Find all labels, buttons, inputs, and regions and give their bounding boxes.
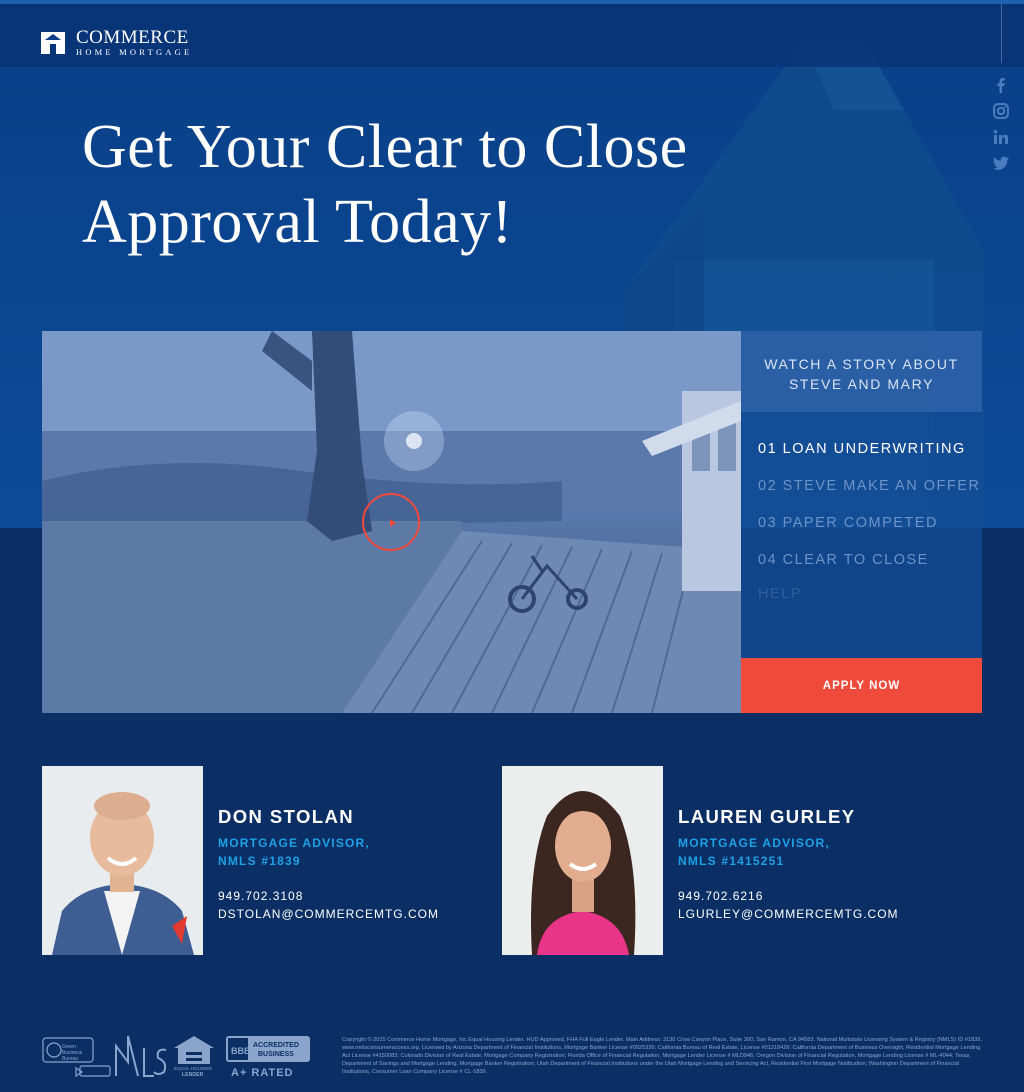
site-header: COMMERCE HOME MORTGAGE (0, 4, 1024, 67)
advisor-nmls: NMLS #1839 (218, 854, 301, 868)
brand-name: COMMERCE (76, 27, 189, 48)
advisor-title: MORTGAGE ADVISOR, (678, 836, 830, 850)
instagram-icon[interactable] (992, 102, 1010, 120)
chapter-item-loan-underwriting[interactable]: 01 LOAN UNDERWRITING (758, 441, 966, 457)
chapter-item-make-offer[interactable]: 02 STEVE MAKE AN OFFER (758, 478, 980, 494)
play-icon (390, 519, 396, 527)
svg-text:ACCREDITED: ACCREDITED (253, 1042, 299, 1049)
hero-title-line-2: Approval Today! (82, 188, 513, 256)
panel-heading-line-2: STEVE AND MARY (788, 376, 935, 392)
svg-text:EQUAL HOUSING: EQUAL HOUSING (174, 1066, 213, 1071)
linkedin-icon[interactable] (992, 128, 1010, 146)
hero-title: Get Your Clear to Close Approval Today! (82, 110, 782, 260)
advisor-info: DON STOLAN MORTGAGE ADVISOR, NMLS #1839 … (218, 806, 478, 923)
hero-title-line-1: Get Your Clear to Close (82, 113, 688, 181)
advisor-info: LAUREN GURLEY MORTGAGE ADVISOR, NMLS #14… (678, 806, 938, 923)
panel-heading: WATCH A STORY ABOUT STEVE AND MARY (741, 331, 982, 412)
house-logo-icon (41, 30, 65, 55)
advisor-nmls: NMLS #1415251 (678, 854, 785, 868)
story-panel: WATCH A STORY ABOUT STEVE AND MARY 01 LO… (741, 331, 982, 713)
video-section: WATCH A STORY ABOUT STEVE AND MARY 01 LO… (42, 331, 982, 713)
advisor-photo (502, 766, 663, 955)
advisor-card-lauren-gurley: LAUREN GURLEY MORTGAGE ADVISOR, NMLS #14… (502, 766, 942, 955)
social-links (992, 76, 1012, 180)
chapter-item-help[interactable]: HELP (758, 586, 802, 602)
facebook-icon[interactable] (992, 76, 1010, 94)
svg-text:LENDER: LENDER (182, 1072, 204, 1078)
apply-now-button[interactable]: APPLY NOW (741, 658, 982, 713)
chapter-item-paper-competed[interactable]: 03 PAPER COMPETED (758, 515, 938, 531)
brand-tagline: HOME MORTGAGE (76, 47, 193, 57)
advisor-name: DON STOLAN (218, 806, 354, 827)
advisor-name: LAUREN GURLEY (678, 806, 856, 827)
advisor-photo (42, 766, 203, 955)
advisor-email-link[interactable]: LGURLEY@COMMERCEMTG.COM (678, 905, 938, 923)
svg-text:BUSINESS: BUSINESS (258, 1051, 294, 1058)
nmls-badge[interactable] (115, 1035, 167, 1077)
advisor-phone-link[interactable]: 949.702.6216 (678, 887, 938, 905)
advisor-title: MORTGAGE ADVISOR, (218, 836, 370, 850)
footer-disclaimer: Copyright © 2015 Commerce Home Mortgage,… (342, 1037, 982, 1075)
header-divider (1001, 4, 1002, 63)
advisor-email-link[interactable]: DSTOLAN@COMMERCEMTG.COM (218, 905, 478, 923)
twitter-icon[interactable] (992, 154, 1010, 172)
chapter-item-clear-to-close[interactable]: 04 CLEAR TO CLOSE (758, 552, 929, 568)
svg-text:BBB: BBB (231, 1046, 251, 1056)
svg-text:A+ RATED: A+ RATED (231, 1067, 294, 1079)
advisor-card-don-stolan: DON STOLAN MORTGAGE ADVISOR, NMLS #1839 … (42, 766, 482, 955)
equal-housing-lender-badge[interactable]: EQUAL HOUSING LENDER (174, 1036, 214, 1078)
footer-badges: Green Business Bureau EQUAL HOUSING LEND… (42, 1032, 312, 1080)
panel-heading-line-1: WATCH A STORY ABOUT (764, 356, 959, 372)
brand-logo[interactable]: COMMERCE HOME MORTGAGE (41, 28, 192, 57)
bbb-accredited-badge[interactable]: BBB ACCREDITED BUSINESS A+ RATED (226, 1036, 310, 1079)
play-button[interactable] (362, 493, 420, 551)
video-player[interactable] (42, 331, 741, 713)
svg-text:Bureau: Bureau (62, 1056, 78, 1062)
advisor-phone-link[interactable]: 949.702.3108 (218, 887, 478, 905)
